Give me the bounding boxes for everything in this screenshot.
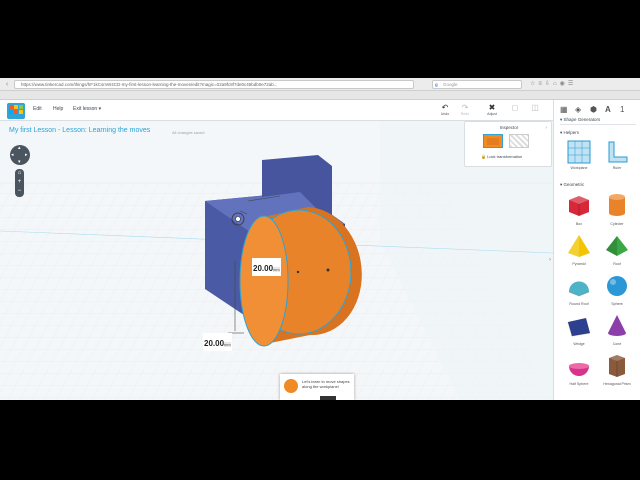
bookmarks-bar: Most VisitedI gsay mail FirefoxConstruct… — [0, 91, 640, 100]
search-box[interactable]: g Google — [432, 80, 522, 89]
redo-icon: ↷ — [461, 103, 469, 112]
lesson-tip-text: Let's learn to move shapes along the wor… — [302, 379, 350, 389]
home-icon[interactable]: ⌂ — [553, 81, 560, 87]
wedge-icon — [567, 318, 591, 337]
shape-roof[interactable]: Roof — [600, 232, 634, 270]
half-sphere-icon — [569, 363, 589, 376]
shape-label: Cone — [612, 342, 622, 346]
shape-label: Half Sphere — [569, 382, 589, 386]
round-roof-icon — [568, 281, 590, 297]
dimension-label-width[interactable]: 20.00mm — [252, 258, 281, 276]
hexagonal-prism-icon — [609, 355, 625, 377]
adjust-button[interactable]: ✖ Adjust — [483, 103, 501, 119]
text-icon[interactable]: A — [605, 105, 611, 114]
address-bar[interactable]: https://www.tinkercad.com/things/hF1kCsm… — [14, 80, 414, 89]
undo-button[interactable]: ↶ Undo — [436, 103, 454, 119]
lock-icon: 🔒 — [481, 154, 486, 159]
grid-view-icon[interactable]: ▦ — [560, 105, 568, 114]
inspector-panel: Inspector › 🔒 Lock transformation — [464, 121, 552, 167]
cylinder-icon — [609, 194, 625, 216]
workplane-icon — [567, 140, 591, 164]
shape-half-sphere[interactable]: Half Sphere — [562, 352, 596, 390]
shape-label: Cylinder — [610, 222, 624, 226]
geometric-heading: ▾ Geometric — [560, 182, 585, 187]
cone-icon — [608, 315, 626, 336]
helper-ruler[interactable]: Ruler — [600, 140, 634, 178]
roof-icon — [606, 236, 628, 256]
lock-transformation-toggle[interactable]: 🔒 Lock transformation — [481, 154, 522, 159]
ruler-icon — [608, 141, 628, 163]
menu-help[interactable]: Help — [53, 106, 63, 112]
adjust-icon: ✖ — [488, 103, 496, 112]
shape-cylinder[interactable]: Cylinder — [600, 192, 634, 230]
dimension-label-height[interactable]: 20.00mm — [203, 333, 232, 351]
undo-icon: ↶ — [441, 103, 449, 112]
ungroup-icon[interactable]: ◫ — [526, 103, 544, 119]
shape-label: Round Roof — [569, 302, 589, 306]
number-icon[interactable]: 1 — [620, 105, 624, 114]
lesson-avatar-icon — [284, 379, 298, 393]
box-icon — [569, 196, 589, 216]
redo-button[interactable]: ↷ Redo — [456, 103, 474, 119]
shape-library-select[interactable]: ▾ Shape Generators — [560, 117, 636, 125]
inspector-title: Inspector — [499, 125, 519, 130]
solid-color-swatch[interactable] — [483, 134, 503, 148]
shape-sphere[interactable]: Sphere — [600, 272, 634, 310]
cylinder-shape[interactable] — [239, 207, 362, 347]
cube-view-icon[interactable]: ◈ — [575, 105, 581, 114]
shape-round-roof[interactable]: Round Roof — [562, 272, 596, 310]
shapes-panel: ▦ ◈ ⬢ A 1 ▾ Shape Generators ▾ Helpers W… — [553, 100, 640, 400]
helper-workplane[interactable]: Workplane — [562, 140, 596, 178]
shape-cone[interactable]: Cone — [600, 312, 634, 350]
helpers-heading: ▾ Helpers — [560, 130, 580, 135]
browser-toolbar: ‹ https://www.tinkercad.com/things/hF1kC… — [0, 78, 640, 91]
browser-window: ‹ https://www.tinkercad.com/things/hF1kC… — [0, 78, 640, 400]
shape-label: Hexagonal Prism — [603, 382, 631, 386]
shape-wedge[interactable]: Wedge — [562, 312, 596, 350]
shape-label: Pyramid — [572, 262, 586, 266]
shape-label: Wedge — [573, 342, 585, 346]
pocket-icon[interactable]: ◉ — [560, 81, 568, 87]
shape-label: Roof — [613, 262, 621, 266]
shape-pyramid[interactable]: Pyramid — [562, 232, 596, 270]
sphere-icon — [607, 276, 627, 296]
group-icon[interactable]: ◻ — [506, 103, 524, 119]
back-icon[interactable]: ‹ — [2, 80, 12, 89]
search-placeholder: Google — [443, 82, 458, 87]
shape-box[interactable]: Box — [562, 192, 596, 230]
inspector-collapse-icon[interactable]: › — [545, 125, 547, 131]
app-header: Edit Help Exit lesson ▾ ↶ Undo ↷ Redo ✖ … — [0, 100, 640, 121]
tinkercad-logo[interactable] — [7, 103, 25, 119]
workplane-viewport[interactable]: My first Lesson - Lesson: Learning the m… — [0, 121, 553, 400]
shape-label: Sphere — [611, 302, 623, 306]
browser-icons: ☆≡⇩⌂◉☰ — [530, 80, 635, 89]
pyramid-icon — [568, 235, 590, 257]
hole-swatch[interactable] — [509, 134, 529, 148]
download-icon[interactable]: ⇩ — [545, 81, 553, 87]
menu-edit[interactable]: Edit — [33, 106, 42, 112]
menu-exit-lesson[interactable]: Exit lesson ▾ — [73, 106, 101, 112]
google-icon: g — [435, 82, 438, 87]
lesson-tip-popup[interactable]: Let's learn to move shapes along the wor… — [280, 374, 354, 400]
menu-icon[interactable]: ☰ — [568, 81, 576, 87]
shapes-icon[interactable]: ⬢ — [590, 105, 597, 114]
shape-hexagonal-prism[interactable]: Hexagonal Prism — [600, 352, 634, 390]
shape-label: Box — [575, 222, 583, 226]
view-toggle-bar: ▦ ◈ ⬢ A 1 — [560, 105, 636, 115]
lesson-next-button[interactable] — [320, 396, 336, 400]
